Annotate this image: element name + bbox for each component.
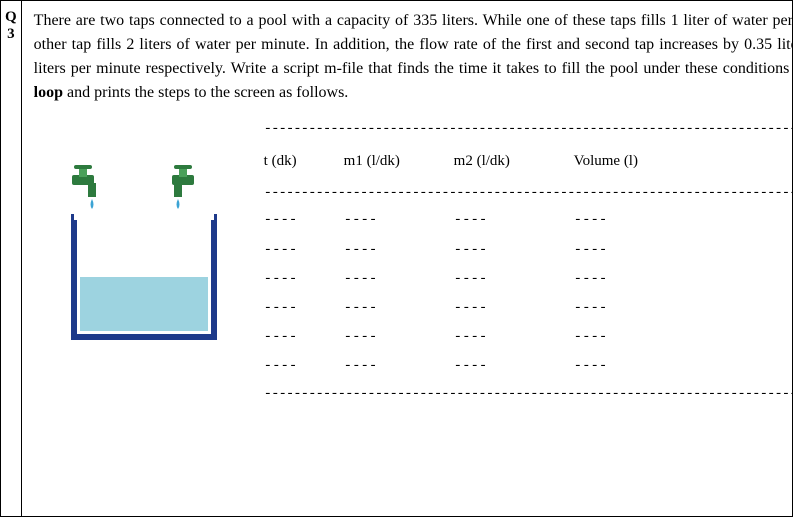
cell-vol: ---- xyxy=(574,325,694,350)
table-row: ---------------- xyxy=(264,265,793,294)
question-label: Q 3 xyxy=(1,1,22,516)
header-t: t (dk) xyxy=(264,148,344,175)
output-table: ----------------------------------------… xyxy=(264,117,793,508)
table-divider-mid: ----------------------------------------… xyxy=(264,181,793,206)
table-header-row: t (dk) m1 (l/dk) m2 (l/dk) Volume (l) xyxy=(264,142,793,181)
content-area: There are two taps connected to a pool w… xyxy=(22,1,793,516)
cell-t: ---- xyxy=(264,238,344,263)
problem-statement: There are two taps connected to a pool w… xyxy=(34,9,793,105)
cell-m2: ---- xyxy=(454,267,574,292)
tap-right-icon xyxy=(172,165,194,209)
problem-text-1: There are two taps connected to a pool w… xyxy=(34,12,793,77)
table-row: ---------------- xyxy=(264,323,793,352)
pool-diagram xyxy=(44,157,244,357)
cell-t: ---- xyxy=(264,354,344,379)
cell-t: ---- xyxy=(264,208,344,233)
table-row: ---------------- xyxy=(264,352,793,381)
tap-left-icon xyxy=(72,165,96,209)
cell-vol: ---- xyxy=(574,208,694,233)
cell-t: ---- xyxy=(264,296,344,321)
table-row: ---------------- xyxy=(264,294,793,323)
cell-m1: ---- xyxy=(344,354,454,379)
cell-vol: ---- xyxy=(574,296,694,321)
cell-t: ---- xyxy=(264,325,344,350)
cell-vol: ---- xyxy=(574,238,694,263)
table-row: ---------------- xyxy=(264,206,793,235)
cell-vol: ---- xyxy=(574,354,694,379)
problem-text-2: and prints the steps to the screen as fo… xyxy=(63,84,348,101)
cell-m1: ---- xyxy=(344,267,454,292)
cell-m2: ---- xyxy=(454,238,574,263)
cell-m2: ---- xyxy=(454,208,574,233)
cell-m1: ---- xyxy=(344,296,454,321)
header-m1: m1 (l/dk) xyxy=(344,148,454,175)
header-vol: Volume (l) xyxy=(574,148,694,175)
header-m2: m2 (l/dk) xyxy=(454,148,574,175)
cell-m2: ---- xyxy=(454,296,574,321)
table-divider-top: ----------------------------------------… xyxy=(264,117,793,142)
cell-m1: ---- xyxy=(344,238,454,263)
cell-t: ---- xyxy=(264,267,344,292)
cell-m2: ---- xyxy=(454,354,574,379)
cell-m2: ---- xyxy=(454,325,574,350)
cell-vol: ---- xyxy=(574,267,694,292)
cell-m1: ---- xyxy=(344,325,454,350)
cell-m1: ---- xyxy=(344,208,454,233)
table-row: ---------------- xyxy=(264,236,793,265)
table-divider-bottom: ----------------------------------------… xyxy=(264,382,793,407)
